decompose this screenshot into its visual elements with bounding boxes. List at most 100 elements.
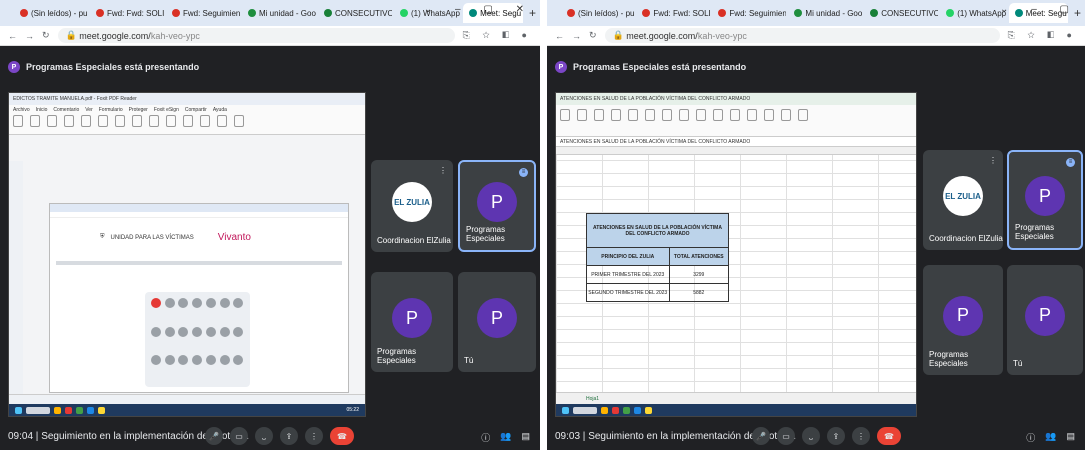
people-icon[interactable]: 👥 [1045,431,1056,444]
browser-tab[interactable]: Fwd: Fwd: SOLI( [90,3,164,23]
participant-tile-self[interactable]: P Tú [1007,265,1083,375]
more-button[interactable]: ⋮ [305,427,323,445]
back-icon[interactable]: ← [8,31,17,41]
browser-tab[interactable]: Mi unidad - Goo [788,3,862,23]
browser-tab[interactable]: Mi unidad - Goo [242,3,316,23]
leave-call-button[interactable]: ☎ [330,427,354,445]
table-cell[interactable]: PRIMER TRIMESTRE DEL 2023 [586,265,670,284]
table-header[interactable]: PRINCIPIO DEL ZULIA [586,247,670,266]
tab-favicon-icon [400,9,408,17]
present-button[interactable]: ⇪ [280,427,298,445]
browser-tabbar: (Sin leídos) - pu Fwd: Fwd: SOLI( Fwd: S… [0,0,540,26]
participant-avatar: EL ZULIA [943,176,983,216]
window-controls[interactable]: ⌄ – ▢ ✕ [424,4,534,15]
chat-icon[interactable]: ▤ [521,431,530,444]
start-icon[interactable] [15,406,22,414]
shared-screen-pdf: EDICTOS TRAMITE MANUELA.pdf - Foxit PDF … [8,92,366,417]
speaking-indicator-icon: ≡ [519,168,528,177]
participant-avatar: P [477,298,517,338]
browser-tab[interactable]: (Sin leídos) - pu [561,3,634,23]
back-icon[interactable]: ← [555,31,564,41]
browser-toolbar: ← → ↻ 🔒 meet.google.com/kah-veo-ypc ⎘ ☆ … [547,26,1085,46]
browser-tab[interactable]: Fwd: Seguimient [712,3,786,23]
participant-name: Coordinacion ElZulia [929,234,1003,243]
tab-favicon-icon [870,9,879,17]
tab-favicon-icon [96,9,104,17]
extension-icons[interactable]: ⎘ ☆ ◧ ● [1008,30,1077,41]
participant-tile[interactable]: P Programas Especiales [923,265,1003,375]
captions-button[interactable]: ⎵ [255,427,273,445]
reload-icon[interactable]: ↻ [42,30,50,41]
pdf-window-title: EDICTOS TRAMITE MANUELA.pdf - Foxit PDF … [9,93,365,105]
chat-icon[interactable]: ▤ [1066,431,1075,444]
participant-name: Programas Especiales [377,347,417,365]
table-cell[interactable]: 5882 [668,283,730,302]
participant-tile-speaking[interactable]: ≡ P Programas Especiales [458,160,536,252]
sheet-tabs: Hoja1 [556,392,916,404]
present-button[interactable]: ⇪ [827,427,845,445]
pdf-side-panel[interactable] [9,161,23,402]
window-controls[interactable]: ⌄ – ▢ [1000,4,1079,15]
side-controls: ⓘ 👥 ▤ [481,431,530,444]
table-header[interactable]: TOTAL ATENCIONES [668,247,730,266]
table-row: SEGUNDO TRIMESTRE DEL 2023 5882 [586,283,730,302]
start-icon[interactable] [562,406,569,414]
browser-tab[interactable]: (Sin leídos) - pu [14,3,88,23]
browser-tabbar: (Sin leídos) - pu Fwd: Fwd: SOLI( Fwd: S… [547,0,1085,26]
browser-tab[interactable]: CONSECUTIVO [864,3,938,23]
pdf-ribbon: EDICTOS TRAMITE MANUELA.pdf - Foxit PDF … [9,93,365,135]
table-cell[interactable]: SEGUNDO TRIMESTRE DEL 2023 [586,283,670,302]
more-button[interactable]: ⋮ [852,427,870,445]
browser-tab[interactable]: CONSECUTIVO [318,3,392,23]
forward-icon[interactable]: → [25,31,34,41]
participant-tile-speaking[interactable]: ≡ P Programas Especiales [1007,150,1083,250]
unidad-victimas-header: ⛨ UNIDAD PARA LAS VÍCTIMAS Vivanto [100,232,251,243]
camera-button[interactable]: ▭ [230,427,248,445]
reload-icon[interactable]: ↻ [589,30,597,41]
call-controls: 🎤 ▭ ⎵ ⇪ ⋮ ☎ [752,427,901,445]
info-icon[interactable]: ⓘ [1026,431,1035,444]
table-cell[interactable]: 3299 [668,265,730,284]
participant-avatar: P [392,298,432,338]
more-options-icon[interactable]: ⋮ [439,166,447,175]
address-bar[interactable]: 🔒 meet.google.com/kah-veo-ypc [604,28,1000,43]
browser-tab[interactable]: Fwd: Fwd: SOLI( [636,3,710,23]
taskbar-search[interactable] [26,406,50,414]
participant-tile[interactable]: ⋮ EL ZULIA Coordinacion ElZulia [371,160,453,252]
camera-button[interactable]: ▭ [777,427,795,445]
app-grid [145,292,250,387]
shared-screen-excel: ATENCIONES EN SALUD DE LA POBLACIÓN VÍCT… [555,92,917,417]
taskbar-search[interactable] [573,406,597,414]
tab-favicon-icon [794,9,803,17]
info-icon[interactable]: ⓘ [481,431,490,444]
people-icon[interactable]: 👥 [500,431,511,444]
tab-favicon-icon [642,9,651,17]
participant-name: Coordinacion ElZulia [377,236,451,245]
participant-tile-self[interactable]: P Tú [458,272,536,372]
address-bar[interactable]: 🔒 meet.google.com/kah-veo-ypc [57,28,455,43]
divider [56,261,342,265]
participant-avatar: P [1025,295,1065,336]
more-options-icon[interactable]: ⋮ [989,156,997,165]
pdf-embedded-page: ⛨ UNIDAD PARA LAS VÍCTIMAS Vivanto [49,203,349,393]
formula-bar[interactable]: ATENCIONES EN SALUD DE LA POBLACIÓN VÍCT… [556,137,916,147]
mic-button[interactable]: 🎤 [752,427,770,445]
excel-toolbar-icons[interactable] [560,109,808,121]
forward-icon[interactable]: → [572,31,581,41]
mic-button[interactable]: 🎤 [205,427,223,445]
column-headers [556,147,916,155]
browser-tab[interactable]: Fwd: Seguimient [166,3,240,23]
taskbar-clock: 05:22 [346,407,359,413]
participant-tile[interactable]: P Programas Especiales [371,272,453,372]
leave-call-button[interactable]: ☎ [877,427,901,445]
pdf-toolbar-icons[interactable] [13,115,244,127]
table-title: ATENCIONES EN SALUD DE LA POBLACIÓN VÍCT… [586,213,729,248]
browser-tab[interactable]: (1) WhatsApp [940,3,1007,23]
extension-icons[interactable]: ⎘ ☆ ◧ ● [463,30,532,41]
captions-button[interactable]: ⎵ [802,427,820,445]
sheet-tab[interactable]: Hoja1 [586,396,599,402]
tab-favicon-icon [248,9,256,17]
participant-name: Tú [464,356,474,365]
presenting-banner: P Programas Especiales está presentando [555,56,1077,78]
participant-tile[interactable]: ⋮ EL ZULIA Coordinacion ElZulia [923,150,1003,250]
